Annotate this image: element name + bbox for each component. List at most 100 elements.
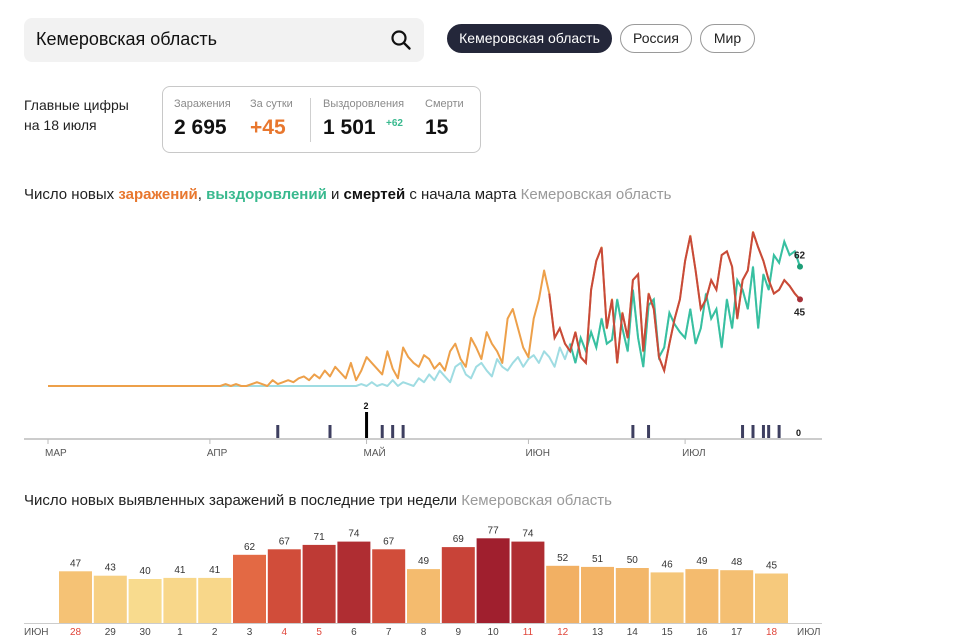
bar-value-label: 69 [453,534,465,545]
deaths-value: 15 [425,116,449,139]
bar-value-label: 62 [244,542,256,553]
region-chip-russia[interactable]: Россия [620,24,692,53]
bar-value-label: 71 [314,532,326,543]
recoveries-label: Выздоровления [323,98,405,110]
bar-category-label: 8 [421,627,427,638]
bar-title-text: Число новых выявленных заражений в после… [24,492,458,509]
bar-category-label: 9 [456,627,462,638]
bar-category-label: 1 [177,627,183,638]
title-comma: , [197,186,207,203]
bar [581,566,614,623]
daily-value: +45 [250,116,286,139]
death-bar [741,425,745,438]
title-infections: заражений [118,186,198,203]
x-tick-label: ИЮН [525,448,550,459]
bar [267,549,301,623]
x-tick-label: АПР [207,448,228,459]
summary-heading: Главные цифры на 18 июля [24,95,129,135]
region-chip-world[interactable]: Мир [700,24,755,53]
infections-value: 2 695 [174,116,227,139]
death-bar [380,425,384,438]
bar-category-label: 15 [662,627,674,638]
bar-category-label: 13 [592,627,604,638]
bar-category-label: 18 [766,627,778,638]
bar [93,575,127,623]
bar-category-label: 30 [140,627,152,638]
search-icon[interactable] [390,29,412,51]
bar [476,538,510,623]
bar-value-label: 51 [592,554,604,565]
bar [128,579,162,623]
bar [511,541,545,623]
infections-end-dot [797,296,803,303]
recoveries-end-dot [797,263,803,270]
bar-value-label: 67 [279,536,291,547]
bar-category-label: 11 [523,627,534,638]
bar-category-label: 2 [212,627,218,638]
x-tick-label: ИЮЛ [682,448,705,459]
bar-category-label: 10 [488,627,500,638]
x-tick-label: МАЙ [364,446,386,459]
deaths-peak-label: 2 [364,401,369,411]
bar [59,571,92,623]
deaths-label: Смерти [425,98,464,110]
bar-value-label: 52 [557,553,569,564]
summary-heading-line2: на 18 июля [24,117,97,133]
bar [615,568,649,623]
bar [685,569,719,623]
title-suffix: с начала марта [405,186,517,203]
title-recoveries: выздоровлений [206,186,327,203]
bar-end-month: ИЮЛ [797,627,820,638]
death-bar [647,425,651,438]
bar-start-month: ИЮН [24,627,49,638]
bar-value-label: 48 [731,557,743,568]
title-and: и [326,186,344,203]
recoveries-end-label: 62 [794,251,806,262]
search-bar[interactable]: Кемеровская область [24,18,424,62]
infections-end-label: 45 [794,307,806,318]
bar-chart: 4728432940304114126236747157466774986997… [24,525,822,638]
bar-title-region: Кемеровская область [461,492,612,509]
death-bar [777,425,781,438]
title-prefix: Число новых [24,186,119,203]
death-bar [401,425,405,438]
stats-box: Заражения 2 695 За сутки +45 Выздоровлен… [162,86,481,153]
region-chip-kemerovo[interactable]: Кемеровская область [447,24,612,53]
recoveries-value: 1 501 [323,116,376,139]
line-series-infections-recent [548,231,801,375]
line-chart-title: Число новых заражений, выздоровлений и с… [24,186,671,203]
death-bar [761,425,765,438]
bar-value-label: 41 [174,565,186,576]
death-bar [631,425,635,438]
daily-label: За сутки [250,98,293,110]
title-deaths: смертей [343,186,406,203]
bar-value-label: 74 [348,529,360,540]
bar-category-label: 6 [351,627,357,638]
search-input[interactable]: Кемеровская область [36,29,217,50]
bar-value-label: 67 [383,536,395,547]
bar [233,554,266,623]
bar-category-label: 3 [247,627,253,638]
bar-value-label: 50 [627,555,639,566]
bar-value-label: 74 [522,529,534,540]
death-bar [751,425,755,438]
death-bar [328,425,332,438]
title-region: Кемеровская область [520,186,672,203]
bar [650,572,684,623]
bar [372,549,406,623]
bar-category-label: 4 [282,627,288,638]
line-chart: 62 45 2 0 МАР АПР МАЙ ИЮН ИЮЛ [24,231,822,459]
bar [441,547,475,623]
bar-chart-title: Число новых выявленных заражений в после… [24,492,612,509]
death-bar [767,425,771,438]
bar [337,541,371,623]
death-bar [391,425,395,438]
bar [755,573,788,623]
bar-category-label: 14 [627,627,639,638]
bar-value-label: 41 [209,565,221,576]
bar [163,577,197,623]
x-tick-label: МАР [45,448,67,459]
bar [720,570,754,623]
bar [407,569,440,623]
bar [546,565,580,623]
